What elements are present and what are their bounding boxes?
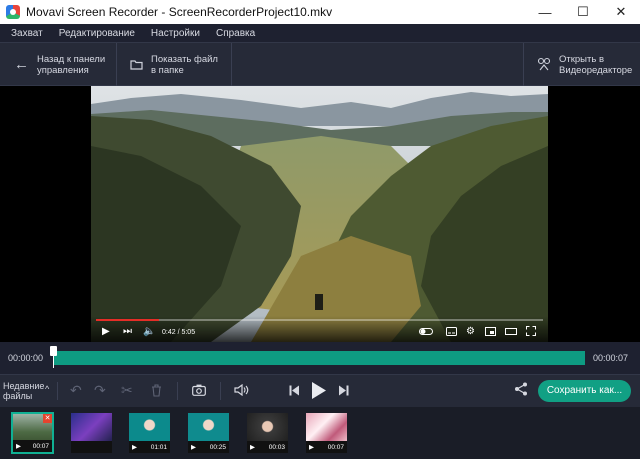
maximize-button[interactable]: ☐ — [564, 0, 602, 24]
controls-divider — [220, 382, 221, 400]
menu-capture[interactable]: Захват — [0, 28, 51, 39]
skip-back-icon[interactable] — [289, 385, 299, 396]
show-in-folder-button[interactable]: Показать файл в папке — [130, 43, 218, 86]
theater-mode-icon[interactable] — [505, 327, 517, 336]
video-frame[interactable]: ▶ ⏭ 🔈 0:42 / 5:05 ⚙ — [91, 86, 548, 342]
toolbar-divider — [231, 43, 232, 86]
show-in-folder-label: Показать файл в папке — [151, 53, 218, 76]
recent-files-strip: ▶ 00:07 ✕ ▶ 01:01 ▶ 00:25 ▶ 00:03 ▶ 00:07 — [0, 407, 640, 459]
undo-icon[interactable]: ↶ — [70, 382, 82, 399]
fullscreen-icon[interactable] — [526, 326, 536, 336]
youtube-player-controls: ▶ ⏭ 🔈 0:42 / 5:05 ⚙ — [91, 316, 548, 342]
settings-gear-icon[interactable]: ⚙ — [466, 326, 475, 337]
thumbnail-image — [188, 413, 229, 443]
miniplayer-icon[interactable] — [485, 327, 496, 336]
open-in-video-editor-button[interactable]: Открыть в Видеоредакторе — [537, 43, 632, 86]
timeline-playhead[interactable] — [50, 346, 57, 368]
menu-bar: Захват Редактирование Настройки Справка — [0, 24, 640, 42]
skip-forward-icon[interactable] — [339, 385, 349, 396]
play-small-icon: ▶ — [132, 444, 137, 451]
editor-controls-bar: Недавние файлы ^ ↶ ↷ ✂ Сохранить как... — [0, 374, 640, 407]
recent-file-thumbnail[interactable]: ▶ 00:25 — [187, 412, 230, 454]
menu-help[interactable]: Справка — [208, 28, 263, 39]
youtube-progress-fill — [96, 319, 159, 321]
timeline-track[interactable] — [53, 351, 585, 365]
youtube-progress-track[interactable] — [96, 319, 543, 321]
next-icon[interactable]: ⏭ — [123, 326, 132, 337]
autoplay-toggle-icon[interactable] — [419, 327, 433, 336]
thumbnail-caption: ▶ 01:01 — [129, 441, 170, 453]
thumbnail-image — [71, 413, 112, 443]
volume-icon[interactable]: 🔈 — [143, 326, 155, 337]
trash-icon[interactable] — [151, 384, 162, 397]
recent-file-thumbnail[interactable] — [70, 412, 113, 454]
recent-file-thumbnail[interactable]: ▶ 00:07 ✕ — [11, 412, 54, 454]
controls-divider — [57, 382, 58, 400]
chevron-up-icon[interactable]: ^ — [45, 384, 49, 394]
video-editor-icon — [537, 57, 551, 72]
thumbnail-caption: ▶ 00:03 — [247, 441, 288, 453]
toolbar-divider — [116, 43, 117, 86]
subtitles-icon[interactable] — [446, 327, 457, 336]
window-title: Movavi Screen Recorder - ScreenRecorderP… — [26, 5, 333, 19]
recent-file-thumbnail[interactable]: ▶ 00:07 — [305, 412, 348, 454]
save-as-button[interactable]: Сохранить как... — [538, 380, 631, 402]
play-small-icon: ▶ — [191, 444, 196, 451]
thumbnail-caption: ▶ 00:25 — [188, 441, 229, 453]
app-window: Movavi Screen Recorder - ScreenRecorderP… — [0, 0, 640, 459]
thumbnail-image — [306, 413, 347, 443]
recent-files-toggle[interactable]: Недавние файлы — [3, 381, 44, 401]
folder-icon — [130, 59, 143, 71]
close-button[interactable]: ✕ — [602, 0, 640, 24]
video-preview-area: ▶ ⏭ 🔈 0:42 / 5:05 ⚙ — [0, 86, 640, 342]
arrow-left-icon: ← — [14, 56, 29, 73]
thumbnail-caption: ▶ 00:07 — [306, 441, 347, 453]
back-to-dashboard-button[interactable]: ← Назад к панели управления — [14, 43, 105, 86]
camera-snapshot-icon[interactable] — [192, 384, 206, 396]
youtube-time-display: 0:42 / 5:05 — [162, 329, 196, 336]
thumbnail-caption: ▶ 00:07 — [13, 440, 52, 452]
toolbar: ← Назад к панели управления Показать фай… — [0, 42, 640, 86]
speaker-volume-icon[interactable] — [234, 384, 249, 396]
play-button-icon[interactable] — [311, 381, 327, 400]
thumbnail-image — [247, 413, 288, 443]
recent-file-thumbnail[interactable]: ▶ 00:03 — [246, 412, 289, 454]
menu-edit[interactable]: Редактирование — [51, 28, 143, 39]
movavi-logo-icon — [6, 5, 20, 19]
play-small-icon: ▶ — [16, 443, 21, 450]
timeline: 00:00:00 00:00:07 — [0, 342, 640, 374]
recent-file-thumbnail[interactable]: ▶ 01:01 — [128, 412, 171, 454]
play-small-icon: ▶ — [250, 444, 255, 451]
play-icon[interactable]: ▶ — [102, 326, 110, 337]
share-icon[interactable] — [514, 382, 528, 396]
title-bar: Movavi Screen Recorder - ScreenRecorderP… — [0, 0, 640, 24]
timeline-end-time: 00:00:07 — [593, 353, 629, 363]
scissors-icon[interactable]: ✂ — [121, 382, 133, 399]
timeline-start-time: 00:00:00 — [8, 353, 44, 363]
delete-file-icon[interactable]: ✕ — [43, 414, 52, 423]
thumbnail-image — [129, 413, 170, 443]
minimize-button[interactable]: — — [526, 0, 564, 24]
redo-icon[interactable]: ↷ — [94, 382, 106, 399]
controls-divider — [177, 382, 178, 400]
landscape-video-image — [91, 86, 548, 342]
back-label: Назад к панели управления — [37, 53, 106, 76]
toolbar-divider — [523, 43, 524, 86]
play-small-icon: ▶ — [309, 444, 314, 451]
open-in-editor-label: Открыть в Видеоредакторе — [559, 53, 633, 76]
menu-settings[interactable]: Настройки — [143, 28, 208, 39]
thumbnail-caption — [71, 441, 112, 453]
